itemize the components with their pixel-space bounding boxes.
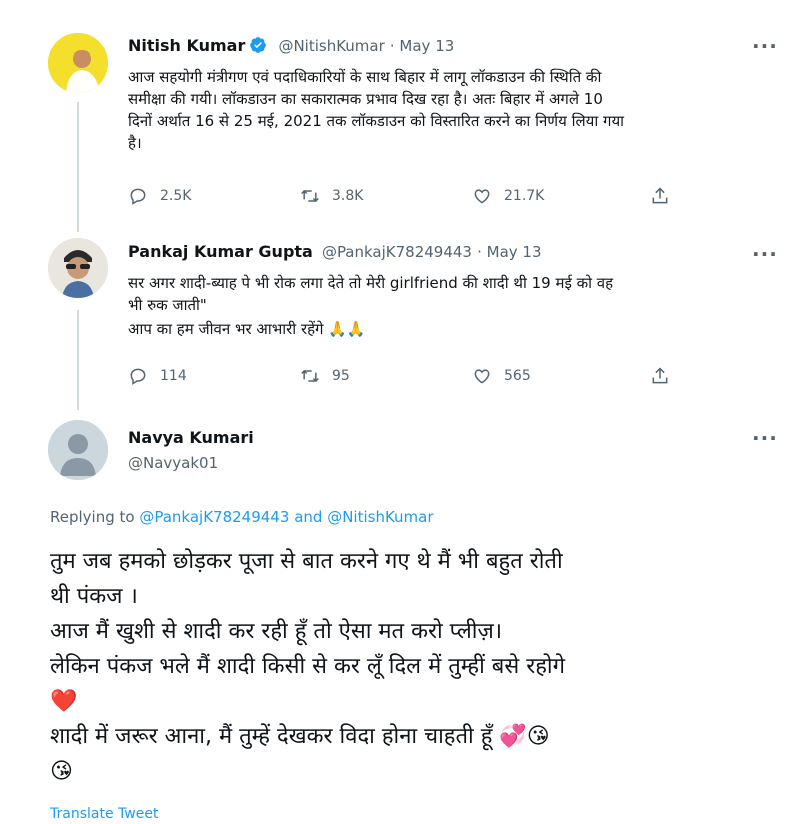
text-line: है। <box>128 134 142 152</box>
reply-count: 2.5K <box>160 188 192 204</box>
text-line: 😘 <box>50 759 73 784</box>
replying-to-label: Replying to <box>50 508 135 526</box>
avatar-nitish[interactable] <box>48 33 108 93</box>
like-button[interactable]: 565 <box>472 366 531 386</box>
separator-dot: · <box>477 243 487 261</box>
replying-to-user-pankaj[interactable]: @PankajK78249443 <box>139 508 289 526</box>
retweet-icon <box>301 189 319 203</box>
tweet-date[interactable]: May 13 <box>399 37 454 55</box>
tweet-pankaj-text: सर अगर शादी-ब्याह पे भी रोक लगा देते तो … <box>128 272 788 340</box>
avatar-nitish-image <box>48 33 108 93</box>
share-button[interactable] <box>650 186 682 206</box>
avatar-pankaj-image <box>48 238 108 298</box>
share-icon <box>652 367 668 384</box>
replying-to-user-nitish[interactable]: @NitishKumar <box>327 508 433 526</box>
text-line: समीक्षा की गयी। लॉकडाउन का सकारात्मक प्र… <box>128 90 603 108</box>
text-line: थी पंकज । <box>50 584 138 609</box>
translate-tweet-link[interactable]: Translate Tweet <box>50 806 158 822</box>
avatar-navya[interactable] <box>48 420 108 480</box>
text-line: सर अगर शादी-ब्याह पे भी रोक लगा देते तो … <box>128 274 614 292</box>
text-line: भी रुक जाती" <box>128 296 207 314</box>
tweet-date[interactable]: May 13 <box>487 243 542 261</box>
tweet-navya-text: तुम जब हमको छोड़कर पूजा से बात करने गए थ… <box>50 544 790 789</box>
tweet-pankaj-header: Pankaj Kumar Gupta @PankajK78249443 · Ma… <box>128 242 542 261</box>
more-icon[interactable]: ··· <box>752 426 778 450</box>
text-line: दिनों अर्थात 16 से 25 मई, 2021 तक लॉकडाउ… <box>128 112 625 130</box>
tweet-nitish-header: Nitish Kumar @NitishKumar · May 13 <box>128 36 454 55</box>
text-line: शादी में जरूर आना, मैं तुम्हें देखकर विद… <box>50 724 550 749</box>
reply-count: 114 <box>160 368 187 384</box>
separator-dot: · <box>389 37 400 55</box>
text-line: तुम जब हमको छोड़कर पूजा से बात करने गए थ… <box>50 549 563 574</box>
replying-to: Replying to @PankajK78249443 and @Nitish… <box>50 508 434 526</box>
default-avatar-icon <box>48 420 108 480</box>
text-line: आज सहयोगी मंत्रीगण एवं पदाधिकारियों के स… <box>128 68 602 86</box>
heart-icon <box>474 369 490 384</box>
author-name[interactable]: Navya Kumari <box>128 428 254 447</box>
retweet-button[interactable]: 95 <box>300 366 350 386</box>
avatar-pankaj[interactable] <box>48 238 108 298</box>
like-count: 565 <box>504 368 531 384</box>
reply-button[interactable]: 2.5K <box>128 186 191 206</box>
reply-icon <box>130 188 146 205</box>
author-name[interactable]: Pankaj Kumar Gupta <box>128 242 313 261</box>
retweet-icon <box>301 369 319 383</box>
author-handle[interactable]: @NitishKumar <box>278 37 384 55</box>
tweet-pankaj[interactable]: Pankaj Kumar Gupta @PankajK78249443 · Ma… <box>0 228 800 408</box>
share-button[interactable] <box>650 366 682 386</box>
reply-button[interactable]: 114 <box>128 366 187 386</box>
more-icon[interactable]: ··· <box>752 242 778 266</box>
tweet-nitish[interactable]: Nitish Kumar @NitishKumar · May 13 ··· आ… <box>0 0 800 225</box>
like-button[interactable]: 21.7K <box>472 186 544 206</box>
replying-to-and: and <box>294 508 323 526</box>
author-name[interactable]: Nitish Kumar <box>128 36 245 55</box>
tweet-nitish-text: आज सहयोगी मंत्रीगण एवं पदाधिकारियों के स… <box>128 66 788 154</box>
author-handle[interactable]: @PankajK78249443 <box>322 243 472 261</box>
verified-badge-icon <box>250 37 267 53</box>
text-line: लेकिन पंकज भले मैं शादी किसी से कर लूँ द… <box>50 654 565 679</box>
reply-icon <box>130 368 146 385</box>
retweet-button[interactable]: 3.8K <box>300 186 363 206</box>
share-icon <box>652 187 668 204</box>
like-count: 21.7K <box>504 188 545 204</box>
heart-icon <box>474 189 490 204</box>
author-handle[interactable]: @Navyak01 <box>128 454 218 472</box>
more-icon[interactable]: ··· <box>752 34 778 58</box>
retweet-count: 95 <box>332 368 350 384</box>
text-line: आप का हम जीवन भर आभारी रहेंगे 🙏🙏 <box>128 320 366 338</box>
text-line: ❤️ <box>50 689 78 714</box>
retweet-count: 3.8K <box>332 188 364 204</box>
text-line: आज मैं खुशी से शादी कर रही हूँ तो ऐसा मत… <box>50 619 503 644</box>
tweet-navya: Navya Kumari @Navyak01 ··· Replying to @… <box>0 410 800 824</box>
